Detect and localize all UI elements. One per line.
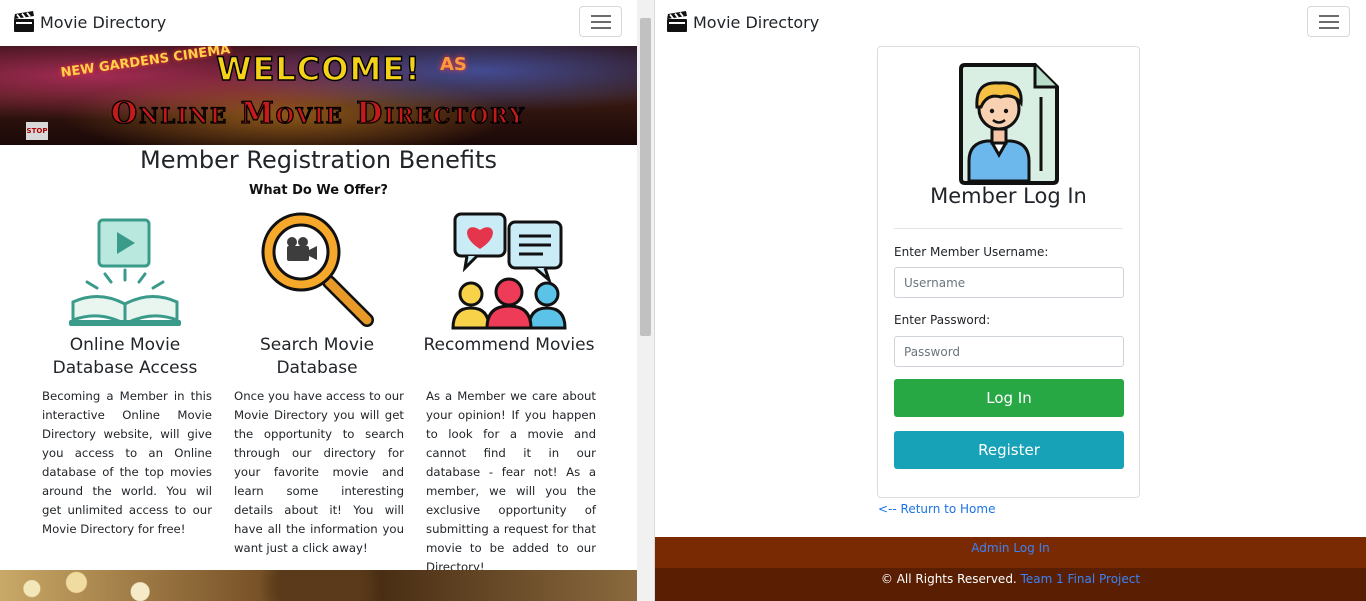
footer: © All Rights Reserved. Team 1 Final Proj… <box>655 568 1366 601</box>
benefits-heading: Member Registration Benefits <box>140 146 497 174</box>
footer-project-link[interactable]: Team 1 Final Project <box>1021 572 1141 586</box>
benefit-description: As a Member we care about your opinion! … <box>426 389 596 574</box>
benefit-title: Search Movie Database <box>259 335 375 378</box>
clapperboard-icon <box>14 11 34 32</box>
banner-welcome-text: WELCOME! <box>216 49 421 88</box>
navbar-toggle-button[interactable] <box>579 6 622 37</box>
password-input[interactable] <box>894 336 1124 367</box>
open-book-play-icon <box>69 218 181 326</box>
left-browser-pane: Movie Directory NEW GARDENS CINEMA AS ST… <box>0 0 637 601</box>
benefit-description: Becoming a Member in this interactive On… <box>42 389 212 536</box>
password-label: Enter Password: <box>894 313 991 327</box>
navbar-toggle-button[interactable] <box>1307 6 1350 37</box>
return-home-link[interactable]: <-- Return to Home <box>878 502 995 516</box>
right-browser-pane: Movie Directory Member Log In Enter Memb… <box>655 0 1366 601</box>
benefit-description: Once you have access to our Movie Direct… <box>234 389 404 555</box>
navbar-brand[interactable]: Movie Directory <box>12 10 166 34</box>
admin-login-link[interactable]: Admin Log In <box>655 541 1366 555</box>
people-chat-icon <box>451 212 567 330</box>
clapperboard-icon <box>667 11 687 32</box>
footer-text: © All Rights Reserved. Team 1 Final Proj… <box>655 572 1366 586</box>
login-button[interactable]: Log In <box>894 379 1124 417</box>
member-card-icon <box>959 63 1059 185</box>
navbar: Movie Directory <box>655 0 1366 44</box>
scrollbar-thumb[interactable] <box>640 18 651 336</box>
popcorn-banner-image <box>0 570 637 601</box>
copyright-text: © All Rights Reserved. <box>880 572 1021 586</box>
login-title: Member Log In <box>930 184 1087 208</box>
username-label: Enter Member Username: <box>894 245 1049 259</box>
navbar: Movie Directory <box>0 0 637 44</box>
navbar-brand[interactable]: Movie Directory <box>665 10 819 34</box>
brand-label: Movie Directory <box>40 12 167 32</box>
benefits-subheading: What Do We Offer? <box>249 183 388 198</box>
admin-bar: Admin Log In <box>655 537 1366 568</box>
login-card: Member Log In Enter Member Username: Ent… <box>877 46 1140 498</box>
welcome-banner: NEW GARDENS CINEMA AS STOP WELCOME! Onli… <box>0 46 637 145</box>
benefit-title: Online Movie Database Access <box>52 335 198 378</box>
username-input[interactable] <box>894 267 1124 298</box>
brand-label: Movie Directory <box>693 12 820 32</box>
login-divider <box>894 228 1123 229</box>
benefit-title: Recommend Movies <box>423 335 595 355</box>
left-pane-scrollbar[interactable] <box>637 0 654 601</box>
register-button[interactable]: Register <box>894 431 1124 469</box>
banner-title-text: Online Movie Directory <box>110 95 526 131</box>
magnifier-camera-icon <box>261 212 374 327</box>
